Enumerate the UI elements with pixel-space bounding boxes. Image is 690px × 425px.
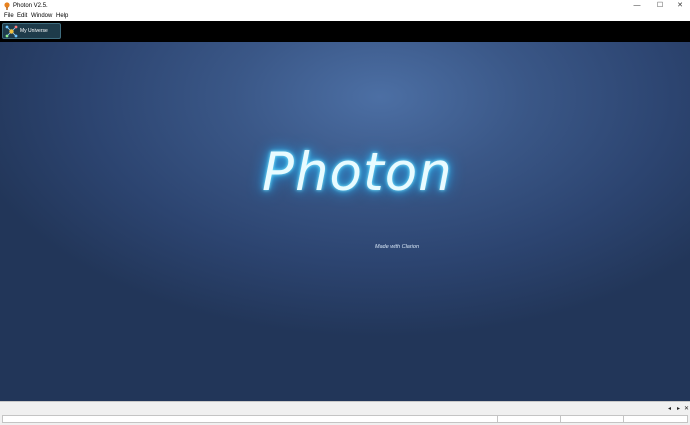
status-panel-divider [560, 416, 561, 422]
scroll-right-arrow-icon[interactable]: ▸ [675, 406, 682, 413]
window-title: Photon V2.5. [13, 3, 48, 9]
scroll-left-arrow-icon[interactable]: ◂ [666, 406, 673, 413]
close-button[interactable]: ✕ [670, 0, 690, 12]
status-bar: ◂ ▸ ✕ [0, 401, 690, 425]
my-universe-button[interactable]: My Universe [2, 23, 61, 39]
menu-edit[interactable]: Edit [17, 13, 27, 20]
photon-logo: Photon [262, 142, 453, 203]
menu-window[interactable]: Window [31, 13, 52, 20]
title-bar: Photon V2.5. — ☐ ✕ [0, 0, 690, 12]
status-panel-divider [623, 416, 624, 422]
status-panel-divider [497, 416, 498, 422]
menu-file[interactable]: File [4, 13, 14, 20]
status-panels [2, 415, 688, 423]
menu-bar: File Edit Window Help [0, 12, 690, 21]
my-universe-label: My Universe [20, 28, 48, 34]
menu-help[interactable]: Help [56, 13, 68, 20]
splash-canvas [0, 42, 690, 401]
maximize-button[interactable]: ☐ [650, 0, 670, 12]
toolbar: My Universe [0, 21, 690, 42]
minimize-button[interactable]: — [627, 0, 647, 12]
universe-network-icon [5, 25, 18, 38]
made-with-clarion-tagline: Made with Clarion [375, 244, 420, 250]
close-tab-icon[interactable]: ✕ [683, 406, 690, 413]
photon-app-icon [4, 2, 10, 10]
